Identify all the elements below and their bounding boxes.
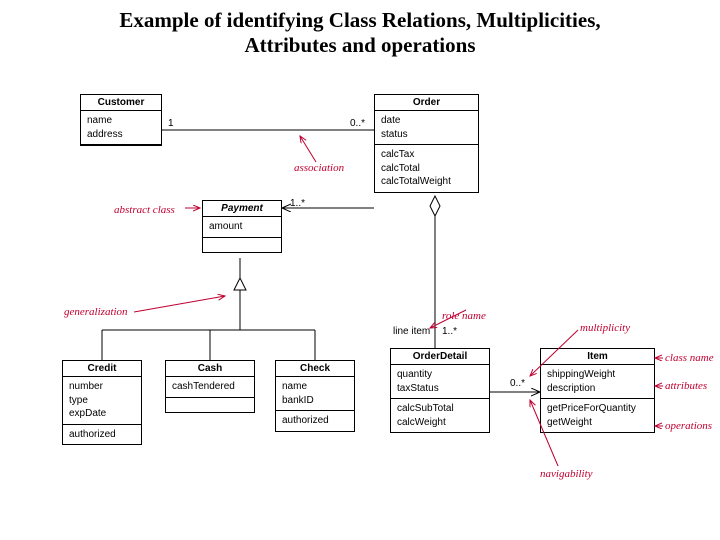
class-name-order: Order [375,95,478,111]
attr: name [282,380,348,394]
attrs-check: name bankID [276,377,354,411]
class-check: Check name bankID authorized [275,360,355,432]
attr: bankID [282,394,348,408]
title-line2: Attributes and operations [244,33,475,57]
diagram-lines [0,0,720,540]
attr: date [381,114,472,128]
attr: type [69,394,135,408]
op: authorized [69,428,135,442]
attr: cashTendered [172,380,248,394]
class-orderdetail: OrderDetail quantity taxStatus calcSubTo… [390,348,490,433]
mult-item: 0..* [510,378,525,389]
attr: address [87,128,155,142]
annot-class-name: class name [665,352,714,364]
class-payment: Payment amount [202,200,282,253]
op: getPriceForQuantity [547,402,648,416]
role-line-item: line item [393,326,430,337]
class-name-cash: Cash [166,361,254,377]
attr: name [87,114,155,128]
op: authorized [282,414,348,428]
op: getWeight [547,416,648,430]
attr: description [547,382,648,396]
annot-generalization: generalization [64,306,128,318]
class-name-orderdetail: OrderDetail [391,349,489,365]
mult-orderdetail: 1..* [442,326,457,337]
op: calcTotalWeight [381,175,472,189]
attrs-item: shippingWeight description [541,365,654,399]
title-line1: Example of identifying Class Relations, … [119,8,600,32]
ops-payment [203,238,281,252]
ops-credit: authorized [63,425,141,445]
annot-navigability: navigability [540,468,593,480]
op: calcWeight [397,416,483,430]
class-name-check: Check [276,361,354,377]
ops-item: getPriceForQuantity getWeight [541,399,654,432]
mult-payment: 1..* [290,198,305,209]
attrs-credit: number type expDate [63,377,141,425]
attrs-order: date status [375,111,478,145]
page-title: Example of identifying Class Relations, … [0,8,720,58]
attrs-orderdetail: quantity taxStatus [391,365,489,399]
ops-order: calcTax calcTotal calcTotalWeight [375,145,478,192]
ops-check: authorized [276,411,354,431]
attr: shippingWeight [547,368,648,382]
ops-orderdetail: calcSubTotal calcWeight [391,399,489,432]
attrs-cash: cashTendered [166,377,254,398]
annot-multiplicity: multiplicity [580,322,630,334]
attr: amount [209,220,275,234]
ops-cash [166,398,254,412]
attrs-payment: amount [203,217,281,238]
class-cash: Cash cashTendered [165,360,255,413]
class-name-payment: Payment [203,201,281,217]
annot-association: association [294,162,344,174]
class-name-item: Item [541,349,654,365]
class-customer: Customer name address [80,94,162,146]
annot-attributes: attributes [665,380,707,392]
class-item: Item shippingWeight description getPrice… [540,348,655,433]
annot-operations: operations [665,420,712,432]
class-name-credit: Credit [63,361,141,377]
class-name-customer: Customer [81,95,161,111]
attr: status [381,128,472,142]
class-credit: Credit number type expDate authorized [62,360,142,445]
annot-abstract-class: abstract class [114,204,175,216]
op: calcTax [381,148,472,162]
class-order: Order date status calcTax calcTotal calc… [374,94,479,193]
attr: number [69,380,135,394]
annot-role-name: role name [442,310,486,322]
op: calcSubTotal [397,402,483,416]
mult-order: 0..* [350,118,365,129]
mult-customer: 1 [168,118,174,129]
attr: expDate [69,407,135,421]
op: calcTotal [381,162,472,176]
attrs-customer: name address [81,111,161,145]
attr: taxStatus [397,382,483,396]
attr: quantity [397,368,483,382]
